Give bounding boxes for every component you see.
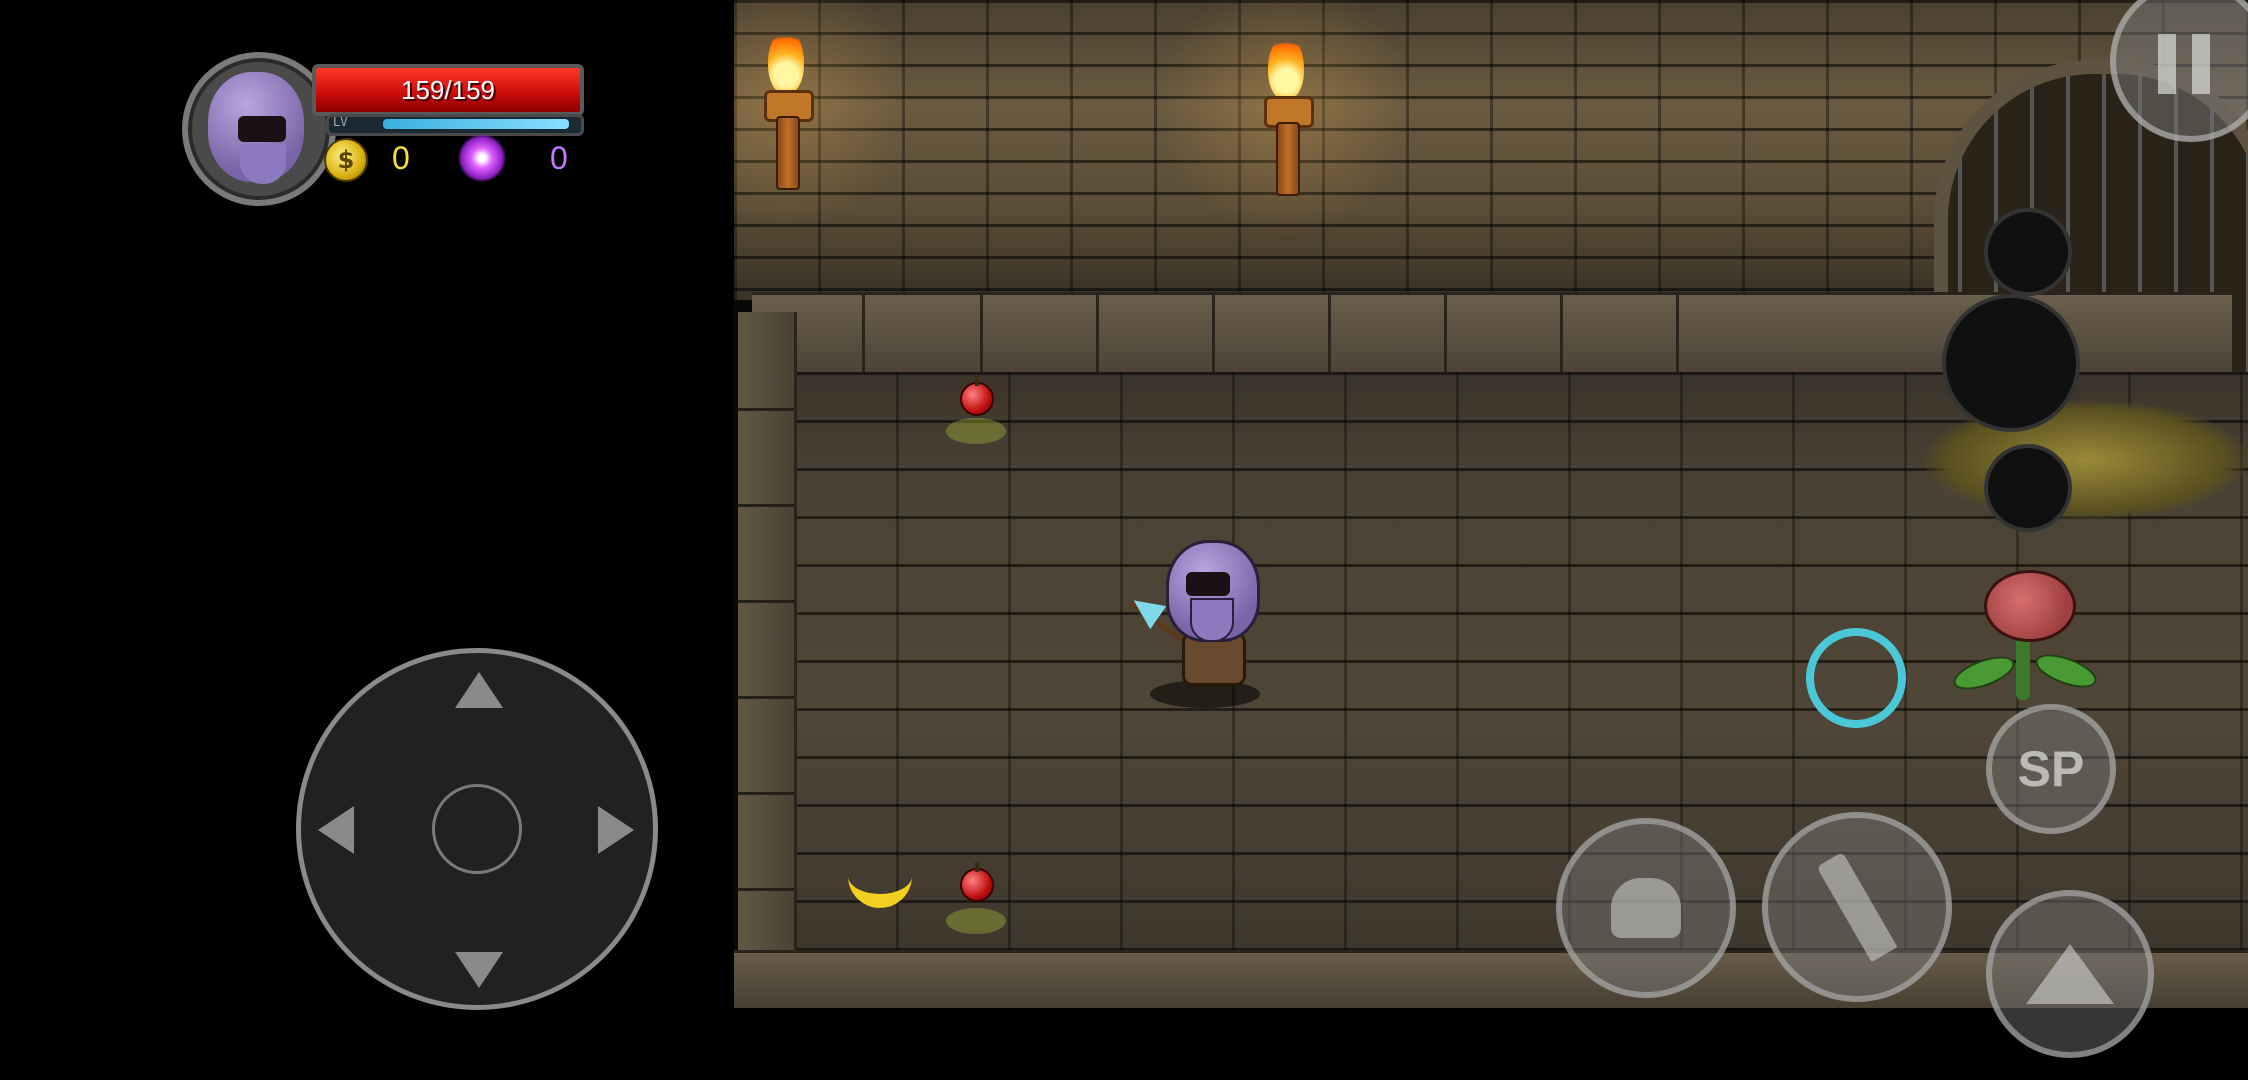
soul-count: 0 bbox=[550, 140, 568, 176]
torch-flame-icon bbox=[768, 30, 804, 94]
player-character bbox=[1125, 540, 1280, 710]
arrow-left-icon bbox=[318, 806, 354, 854]
health-bar: 159/159 bbox=[312, 64, 584, 116]
jump-button[interactable] bbox=[1986, 890, 2154, 1058]
arrow-down-icon bbox=[455, 952, 503, 988]
torch-flame-icon bbox=[1268, 36, 1304, 100]
soul-swirl-icon bbox=[458, 134, 506, 182]
wall-torch bbox=[734, 0, 916, 250]
apple-item[interactable] bbox=[960, 862, 994, 902]
experience-bar: LV bbox=[326, 114, 584, 136]
special-button[interactable]: SP bbox=[1986, 704, 2116, 834]
level-label: LV bbox=[333, 115, 348, 129]
gold-coin-icon: $ bbox=[324, 138, 368, 182]
gold-count: 0 bbox=[392, 140, 410, 176]
fist-icon bbox=[1611, 878, 1681, 938]
experience-fill bbox=[383, 119, 569, 129]
plant-monster[interactable] bbox=[1949, 570, 2101, 720]
boss-silhouette bbox=[1924, 180, 2124, 560]
left-wall bbox=[738, 312, 797, 987]
sword-icon bbox=[1816, 851, 1898, 963]
dash-button[interactable] bbox=[1806, 628, 1906, 728]
arrow-up-icon bbox=[455, 672, 503, 708]
apple-item[interactable] bbox=[960, 376, 994, 416]
joystick-knob[interactable] bbox=[432, 784, 522, 874]
skill-button[interactable] bbox=[1556, 818, 1736, 998]
attack-button[interactable] bbox=[1762, 812, 1952, 1002]
jump-arrow-icon bbox=[2026, 944, 2114, 1004]
arrow-right-icon bbox=[598, 806, 634, 854]
wall-torch bbox=[1156, 0, 1416, 256]
